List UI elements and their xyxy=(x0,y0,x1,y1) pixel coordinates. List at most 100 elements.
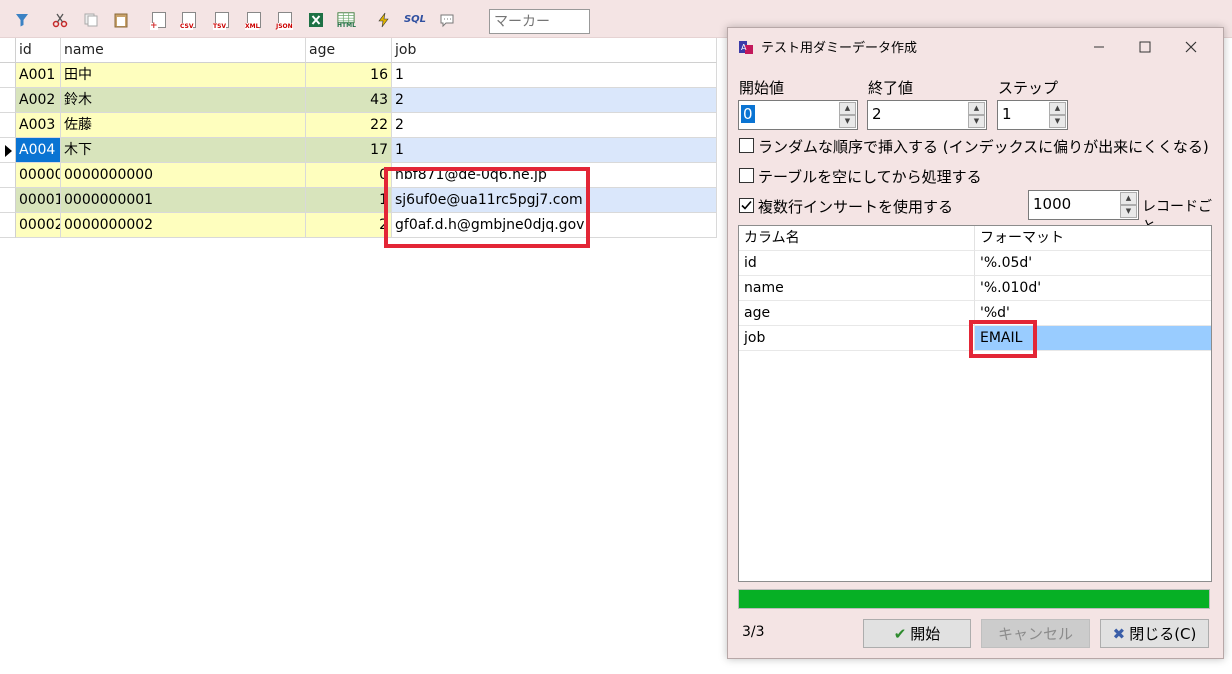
column-name-header[interactable]: カラム名 xyxy=(739,226,975,251)
cell-name[interactable]: 0000000001 xyxy=(61,188,306,213)
add-row-icon[interactable]: + xyxy=(150,11,168,31)
column-name-cell[interactable]: id xyxy=(739,251,975,276)
table-row[interactable]: A004 木下 17 1 xyxy=(0,138,717,163)
cell-id[interactable]: A003 xyxy=(16,113,61,138)
column-name-cell[interactable]: job xyxy=(739,326,975,351)
maximize-button[interactable] xyxy=(1122,32,1168,62)
table-row[interactable]: A001 田中 16 1 xyxy=(0,63,717,88)
row-header[interactable] xyxy=(0,163,16,188)
cell-age[interactable]: 17 xyxy=(306,138,392,163)
cell-id[interactable]: A004 xyxy=(16,138,61,163)
dialog-titlebar[interactable]: A テスト用ダミーデータ作成 xyxy=(728,28,1223,66)
format-cell[interactable]: EMAIL xyxy=(975,326,1211,351)
column-name-cell[interactable]: name xyxy=(739,276,975,301)
batch-size-text[interactable]: 1000 xyxy=(1031,195,1073,213)
spin-up-icon[interactable]: ▲ xyxy=(968,102,985,115)
lightning-icon[interactable] xyxy=(375,11,393,29)
cell-id[interactable]: 00001 xyxy=(16,188,61,213)
cell-age[interactable]: 2 xyxy=(306,213,392,238)
paste-icon[interactable] xyxy=(112,11,130,29)
filter-icon[interactable] xyxy=(13,11,31,29)
column-name-cell[interactable]: age xyxy=(739,301,975,326)
export-json-icon[interactable]: JSON xyxy=(276,11,294,30)
step-value-text[interactable]: 1 xyxy=(1000,105,1014,123)
marker-input[interactable] xyxy=(489,9,590,34)
column-header-id[interactable]: id xyxy=(16,38,61,63)
cell-name[interactable]: 0000000000 xyxy=(61,163,306,188)
cell-name[interactable]: 田中 xyxy=(61,63,306,88)
column-format-list[interactable]: カラム名 フォーマット id '%.05d' name '%.010d' age… xyxy=(738,225,1212,582)
cell-age[interactable]: 43 xyxy=(306,88,392,113)
start-value-text[interactable]: 0 xyxy=(741,105,755,123)
start-value-stepper[interactable]: 0 ▲ ▼ xyxy=(738,100,858,130)
close-button[interactable]: ✖ 閉じる(C) xyxy=(1100,619,1209,648)
copy-icon[interactable] xyxy=(82,11,100,29)
end-value-stepper[interactable]: 2 ▲ ▼ xyxy=(867,100,987,130)
cell-id[interactable]: A001 xyxy=(16,63,61,88)
format-cell[interactable]: '%d' xyxy=(975,301,1211,326)
column-header-name[interactable]: name xyxy=(61,38,306,63)
row-header[interactable] xyxy=(0,188,16,213)
cancel-button[interactable]: キャンセル xyxy=(981,619,1090,648)
sql-icon[interactable]: SQL xyxy=(404,11,426,29)
cell-job[interactable]: 2 xyxy=(392,88,717,113)
export-xml-icon[interactable]: XML xyxy=(245,11,263,30)
batch-size-stepper[interactable]: 1000 ▲ ▼ xyxy=(1028,190,1139,220)
row-header[interactable] xyxy=(0,213,16,238)
spin-up-icon[interactable]: ▲ xyxy=(1120,192,1137,205)
truncate-table-checkbox[interactable] xyxy=(739,168,754,183)
cell-name[interactable]: 木下 xyxy=(61,138,306,163)
cell-name[interactable]: 鈴木 xyxy=(61,88,306,113)
truncate-table-label[interactable]: テーブルを空にしてから処理する xyxy=(758,166,982,187)
row-header[interactable] xyxy=(0,113,16,138)
minimize-button[interactable] xyxy=(1076,32,1122,62)
row-header[interactable] xyxy=(0,138,16,163)
cell-age[interactable]: 1 xyxy=(306,188,392,213)
table-row[interactable]: A002 鈴木 43 2 xyxy=(0,88,717,113)
spin-up-icon[interactable]: ▲ xyxy=(839,102,856,115)
format-cell[interactable]: '%.05d' xyxy=(975,251,1211,276)
cell-age[interactable]: 0 xyxy=(306,163,392,188)
cell-job[interactable]: hbf871@de-0q6.ne.jp xyxy=(392,163,717,188)
format-cell[interactable]: '%.010d' xyxy=(975,276,1211,301)
random-order-label[interactable]: ランダムな順序で挿入する (インデックスに偏りが出来にくくなる) xyxy=(758,136,1209,157)
row-header[interactable] xyxy=(0,63,16,88)
table-row[interactable]: 00001 0000000001 1 sj6uf0e@ua11rc5pgj7.c… xyxy=(0,188,717,213)
cell-id[interactable]: 00000 xyxy=(16,163,61,188)
cell-job[interactable]: 2 xyxy=(392,113,717,138)
cut-icon[interactable] xyxy=(51,11,69,29)
spin-down-icon[interactable]: ▼ xyxy=(839,115,856,128)
cell-job[interactable]: 1 xyxy=(392,63,717,88)
cell-id[interactable]: 00002 xyxy=(16,213,61,238)
table-row[interactable]: A003 佐藤 22 2 xyxy=(0,113,717,138)
cell-age[interactable]: 22 xyxy=(306,113,392,138)
row-header[interactable] xyxy=(0,88,16,113)
cell-job[interactable]: 1 xyxy=(392,138,717,163)
step-stepper[interactable]: 1 ▲ ▼ xyxy=(997,100,1068,130)
cell-job[interactable]: gf0af.d.h@gmbjne0djq.gov xyxy=(392,213,717,238)
spin-down-icon[interactable]: ▼ xyxy=(1049,115,1066,128)
table-row[interactable]: 00000 0000000000 0 hbf871@de-0q6.ne.jp xyxy=(0,163,717,188)
cell-name[interactable]: 0000000002 xyxy=(61,213,306,238)
comment-icon[interactable] xyxy=(438,11,456,29)
multirow-insert-label[interactable]: 複数行インサートを使用する xyxy=(758,196,953,217)
cell-id[interactable]: A002 xyxy=(16,88,61,113)
excel-icon[interactable] xyxy=(307,11,325,29)
list-item[interactable]: id '%.05d' xyxy=(739,251,1211,276)
multirow-insert-checkbox[interactable] xyxy=(739,198,754,213)
cell-job[interactable]: sj6uf0e@ua11rc5pgj7.com xyxy=(392,188,717,213)
export-tsv-icon[interactable]: TSV xyxy=(213,11,231,30)
spin-down-icon[interactable]: ▼ xyxy=(1120,205,1137,218)
html-icon[interactable]: HTML xyxy=(337,11,356,29)
random-order-checkbox[interactable] xyxy=(739,138,754,153)
list-item[interactable]: name '%.010d' xyxy=(739,276,1211,301)
column-header-age[interactable]: age xyxy=(306,38,392,63)
column-header-job[interactable]: job xyxy=(392,38,717,63)
spin-down-icon[interactable]: ▼ xyxy=(968,115,985,128)
spin-up-icon[interactable]: ▲ xyxy=(1049,102,1066,115)
list-item[interactable]: job EMAIL xyxy=(739,326,1211,351)
end-value-text[interactable]: 2 xyxy=(870,105,884,123)
table-row[interactable]: 00002 0000000002 2 gf0af.d.h@gmbjne0djq.… xyxy=(0,213,717,238)
list-item[interactable]: age '%d' xyxy=(739,301,1211,326)
close-window-button[interactable] xyxy=(1168,32,1214,62)
